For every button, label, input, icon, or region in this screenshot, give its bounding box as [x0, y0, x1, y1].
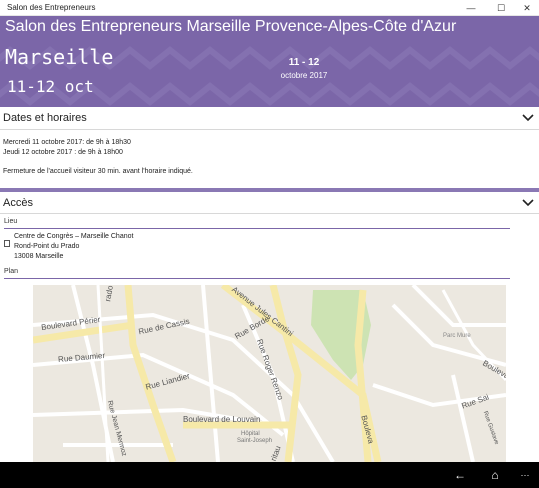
- chevron-down-icon[interactable]: [522, 197, 534, 209]
- section-title-dates[interactable]: Dates et horaires: [3, 112, 87, 124]
- address-line3: 13008 Marseille: [14, 253, 64, 260]
- banner-headline: Salon des Entrepreneurs Marseille Proven…: [5, 18, 457, 35]
- building-icon: [4, 240, 10, 247]
- address-line1: Centre de Congrès – Marseille Chanot: [14, 233, 134, 240]
- window-titlebar: Salon des Entrepreneurs — ☐ ✕: [0, 0, 539, 16]
- banner-days: 11 - 12: [288, 57, 320, 68]
- divider: [0, 129, 539, 130]
- banner-month: octobre 2017: [280, 71, 328, 80]
- maximize-button[interactable]: ☐: [488, 0, 514, 16]
- more-button[interactable]: ···: [515, 466, 535, 484]
- schedule-note: Fermeture de l'accueil visiteur 30 min. …: [3, 168, 193, 175]
- section-divider: [0, 188, 539, 192]
- lieu-rule: [4, 228, 510, 229]
- lieu-label: Lieu: [4, 218, 18, 225]
- plan-rule: [4, 278, 510, 279]
- taskbar: ← ⌂ ···: [0, 462, 539, 488]
- map-label-boulevard-de-louvain: Boulevard de Louvain: [183, 415, 261, 424]
- schedule-day1: Mercredi 11 octobre 2017: de 9h à 18h30: [3, 139, 131, 146]
- close-button[interactable]: ✕: [514, 0, 539, 16]
- back-button[interactable]: ←: [450, 466, 470, 484]
- divider: [0, 213, 539, 214]
- plan-label: Plan: [4, 268, 19, 275]
- map-label-parc-mure: Parc Mure: [443, 333, 471, 339]
- address-line2: Rond-Point du Prado: [14, 243, 80, 250]
- section-title-acces[interactable]: Accès: [3, 197, 33, 209]
- location-map[interactable]: rado Boulevard Périer Rue de Cassis Rue …: [33, 285, 506, 462]
- window-title: Salon des Entrepreneurs: [7, 3, 96, 12]
- minimize-button[interactable]: —: [458, 0, 484, 16]
- banner-city: Marseille: [5, 45, 114, 69]
- home-button[interactable]: ⌂: [485, 466, 505, 484]
- schedule-day2: Jeudi 12 octobre 2017 : de 9h à 18h00: [3, 149, 123, 156]
- event-banner: Salon des Entrepreneurs Marseille Proven…: [0, 16, 539, 107]
- map-label-hopital: Hôpital: [241, 431, 260, 437]
- banner-city-dates: 11-12 oct: [7, 77, 94, 96]
- chevron-down-icon[interactable]: [522, 112, 534, 124]
- map-label-saint-joseph: Saint-Joseph: [237, 438, 273, 444]
